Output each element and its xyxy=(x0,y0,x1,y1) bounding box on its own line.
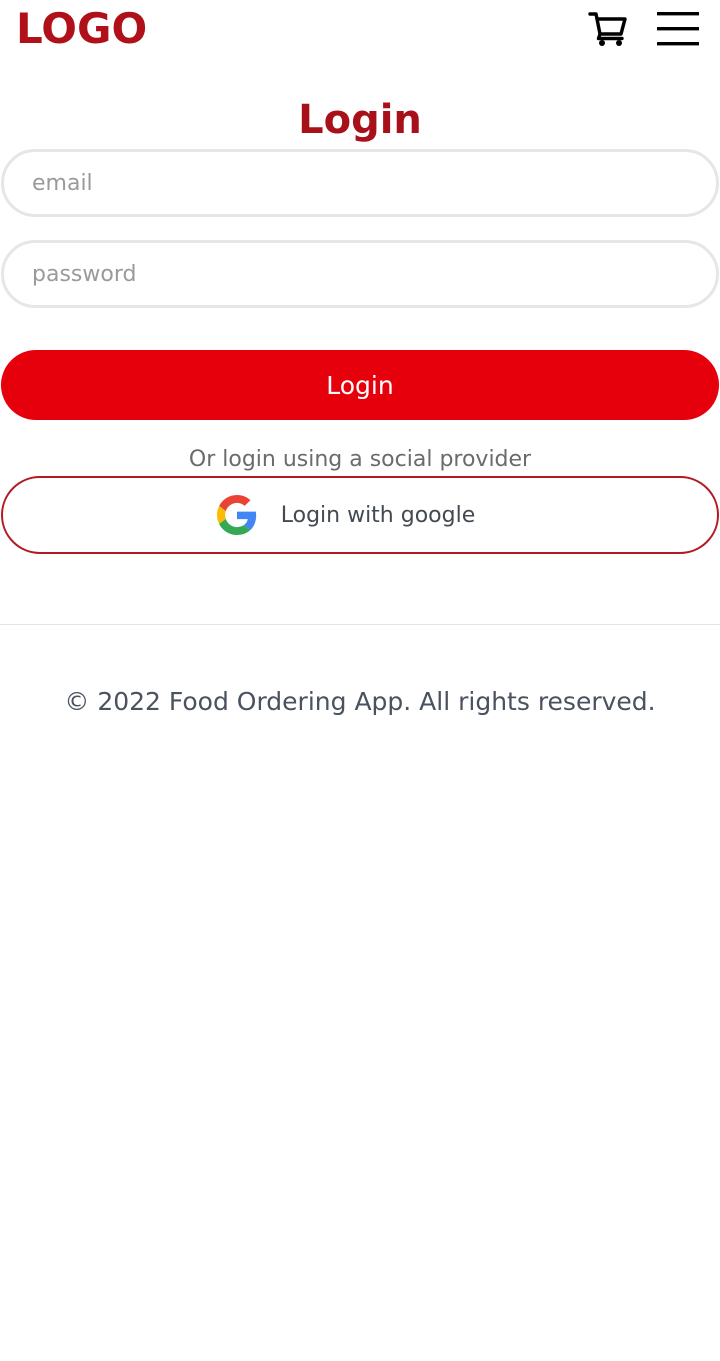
login-button[interactable]: Login xyxy=(1,350,719,420)
footer-divider xyxy=(0,624,720,625)
google-icon xyxy=(216,495,256,535)
top-header: LOGO xyxy=(0,0,720,60)
social-login-caption: Or login using a social provider xyxy=(188,447,532,472)
email-field[interactable] xyxy=(1,149,719,217)
page-title: Login xyxy=(298,97,422,143)
google-login-button[interactable]: Login with google xyxy=(1,476,719,554)
login-page: LOGO Login Login Or login using a social… xyxy=(0,0,720,1361)
footer-copyright: © 2022 Food Ordering App. All rights res… xyxy=(64,687,656,716)
menu-button[interactable] xyxy=(654,9,702,49)
google-login-label: Login with google xyxy=(280,502,476,528)
hamburger-menu-icon xyxy=(657,12,699,46)
cart-button[interactable] xyxy=(586,9,630,49)
logo[interactable]: LOGO xyxy=(16,4,147,54)
password-field[interactable] xyxy=(1,240,719,308)
cart-icon xyxy=(588,12,627,46)
